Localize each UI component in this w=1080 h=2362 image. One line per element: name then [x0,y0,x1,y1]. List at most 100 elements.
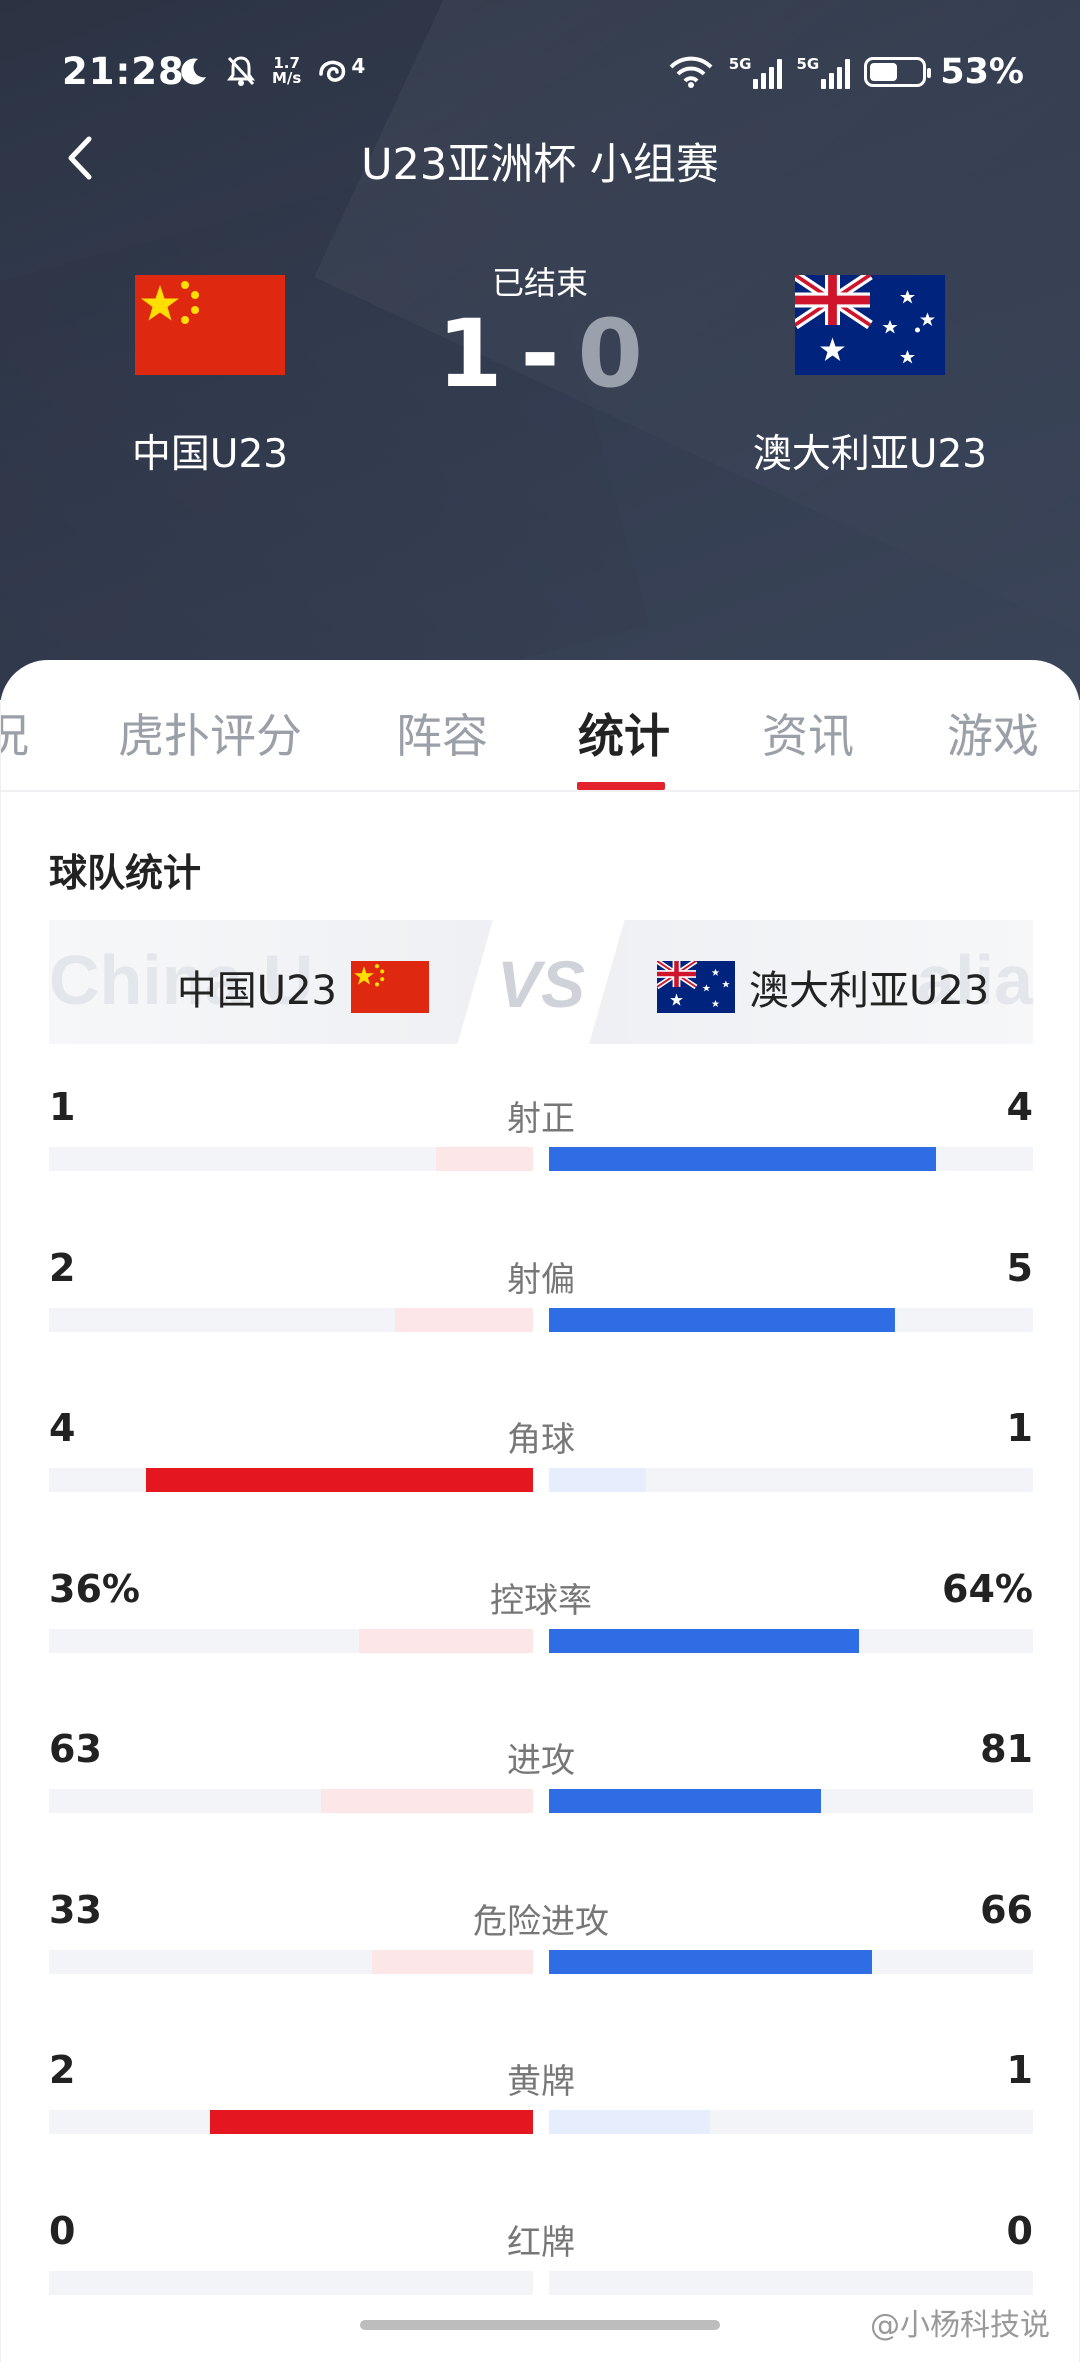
comparison-away: 澳大利亚U23 [657,958,989,1016]
stat-row: 2 黄牌 1 [49,2048,1033,2208]
match-header: 21:28 1.7 M/s 4 5G 5G 53% U23亚洲杯 小组赛 中国U… [0,0,1080,700]
net-speed-unit: M/s [272,69,302,87]
wifi-icon [669,56,713,88]
stat-away-bar [549,1147,936,1171]
away-team-name: 澳大利亚U23 [752,432,988,477]
stat-away-value: 81 [980,1727,1033,1771]
tab-hupu-rating[interactable]: 虎扑评分 [118,700,302,766]
stat-home-bar [436,1147,533,1171]
stat-away-value: 64% [942,1566,1033,1611]
stat-away-track [549,1949,1033,1974]
tab-bar: 况 虎扑评分 阵容 统计 资讯 游戏 [1,660,1080,792]
stat-away-track [549,1789,1033,1813]
stat-home-track [49,2110,533,2134]
away-team[interactable]: 澳大利亚U23 [740,275,1000,479]
stat-away-bar [549,1949,872,1974]
status-bar: 21:28 1.7 M/s 4 5G 5G 53% [0,48,1080,98]
stat-away-track [549,1147,1033,1171]
net-speed: 1.7 M/s [272,56,301,86]
stat-home-bar [146,1468,533,1492]
home-indicator[interactable] [360,2320,720,2330]
stat-home-track [49,1628,533,1653]
signal-bars-icon [753,59,783,89]
mute-bell-icon [227,56,255,86]
stat-away-track [549,1628,1033,1653]
stat-label: 黄牌 [507,2062,575,2102]
stat-home-bar [321,1789,533,1813]
signal-label: 5G [796,55,820,73]
tab-stats[interactable]: 统计 [578,700,670,766]
tab-games[interactable]: 游戏 [947,700,1039,766]
china-flag-icon [351,961,429,1013]
stat-away-bar [549,1628,859,1653]
stat-away-bar [549,1789,821,1813]
vs-label: VS [496,947,586,1021]
australia-flag-icon [657,961,735,1013]
stat-away-track [549,1307,1033,1332]
tab-lineup[interactable]: 阵容 [396,700,488,766]
page-title: U23亚洲杯 小组赛 [361,140,719,190]
home-score: 1 [437,300,503,409]
australia-flag-icon [795,275,945,375]
stat-away-bar [549,2110,710,2134]
signal-bars-icon [821,59,851,89]
status-icons-left: 1.7 M/s 4 [178,54,365,88]
footer-watermark: @小杨科技说 [870,2308,1050,2343]
stat-away-value: 1 [1006,1406,1033,1450]
stat-home-track [49,1468,533,1492]
notification-count: 4 [351,54,366,78]
stat-away-bar [549,1468,646,1492]
stat-home-bar [210,2110,533,2134]
stat-away-value: 1 [1006,2048,1033,2092]
stat-row: 1 射正 4 [49,1085,1033,1245]
stat-label: 进攻 [507,1741,575,1781]
stat-row: 4 角球 1 [49,1406,1033,1566]
stat-away-bar [549,1307,895,1332]
signal-strength-2: 5G [796,55,851,89]
stat-home-track [49,1147,533,1171]
stat-row: 33 危险进攻 66 [49,1888,1033,2048]
stat-label: 危险进攻 [473,1901,609,1942]
moon-icon [181,58,206,85]
stat-away-track [549,2270,1033,2295]
swirl-icon [319,60,346,82]
tab-partial[interactable]: 况 [1,700,29,766]
stat-row: 36% 控球率 64% [49,1567,1033,1727]
nav-bar: U23亚洲杯 小组赛 [0,118,1080,198]
status-time: 21:28 [62,50,185,93]
signal-strength-1: 5G [729,55,783,89]
stat-row: 2 射偏 5 [49,1246,1033,1406]
stat-home-bar [395,1307,533,1332]
stat-label: 控球率 [490,1580,592,1621]
stat-label: 射正 [507,1099,575,1139]
stat-label: 射偏 [507,1259,575,1300]
stat-label: 红牌 [507,2222,575,2263]
stat-away-value: 4 [1006,1085,1033,1129]
stat-away-track [549,1468,1033,1492]
active-tab-indicator [577,782,665,790]
stat-home-track [49,2270,533,2295]
stat-row: 63 进攻 81 [49,1727,1033,1887]
stat-away-value: 5 [1006,1245,1033,1290]
score-separator: - [520,300,560,409]
stat-home-bar [372,1949,533,1974]
status-icons-right: 5G 5G 53% [667,52,1024,92]
stat-away-value: 0 [1006,2208,1033,2253]
tab-news[interactable]: 资讯 [762,700,854,766]
stat-home-track [49,1307,533,1332]
stat-label: 角球 [507,1420,575,1460]
battery-level [870,63,898,81]
battery-icon [864,57,932,87]
comparison-home: 中国U23 [177,958,429,1016]
away-score: 0 [577,300,643,409]
stat-home-track [49,1949,533,1974]
notification-indicator: 4 [315,54,365,88]
stat-away-track [549,2110,1033,2134]
home-team-name: 中国U23 [131,432,289,477]
comparison-home-name: 中国U23 [176,968,337,1014]
team-comparison-header: China U alia VS 中国U23 澳大利亚U23 [49,920,1033,1044]
stat-away-value: 66 [980,1887,1033,1932]
battery-percent: 53% [940,52,1024,92]
stat-home-bar [359,1628,533,1653]
signal-label: 5G [728,55,752,73]
